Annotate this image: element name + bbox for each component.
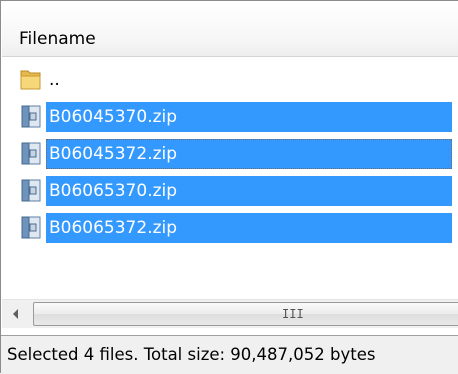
- scrollbar-grip-icon: III: [282, 307, 304, 321]
- status-bar: Selected 4 files. Total size: 90,487,052…: [1, 335, 458, 374]
- zip-archive-icon: [18, 140, 44, 166]
- list-item-label: B06045370.zip: [46, 102, 452, 132]
- list-item-file[interactable]: B06045372.zip: [14, 135, 458, 172]
- file-browser-panel: Filename .. B06045370.zip B06045372.zip …: [0, 0, 458, 374]
- scroll-left-button[interactable]: [2, 300, 32, 328]
- list-item-label: B06045372.zip: [46, 139, 452, 169]
- folder-icon: [18, 66, 44, 92]
- column-header-label: Filename: [19, 29, 96, 49]
- list-item-file[interactable]: B06045370.zip: [14, 98, 458, 135]
- list-item-label: B06065372.zip: [46, 213, 452, 243]
- zip-archive-icon: [18, 214, 44, 240]
- list-item-parent-folder[interactable]: ..: [14, 61, 458, 98]
- column-header-filename[interactable]: Filename: [2, 3, 458, 57]
- status-text: Selected 4 files. Total size: 90,487,052…: [7, 345, 376, 364]
- scrollbar-thumb[interactable]: III: [33, 302, 458, 326]
- chevron-left-icon: [13, 309, 18, 319]
- list-item-file[interactable]: B06065370.zip: [14, 172, 458, 209]
- list-item-file[interactable]: B06065372.zip: [14, 209, 458, 246]
- horizontal-scrollbar[interactable]: III: [2, 299, 458, 328]
- zip-archive-icon: [18, 103, 44, 129]
- file-list: .. B06045370.zip B06045372.zip B06065370…: [2, 57, 458, 289]
- list-item-label: B06065370.zip: [46, 176, 452, 206]
- zip-archive-icon: [18, 177, 44, 203]
- list-item-label: ..: [49, 70, 60, 90]
